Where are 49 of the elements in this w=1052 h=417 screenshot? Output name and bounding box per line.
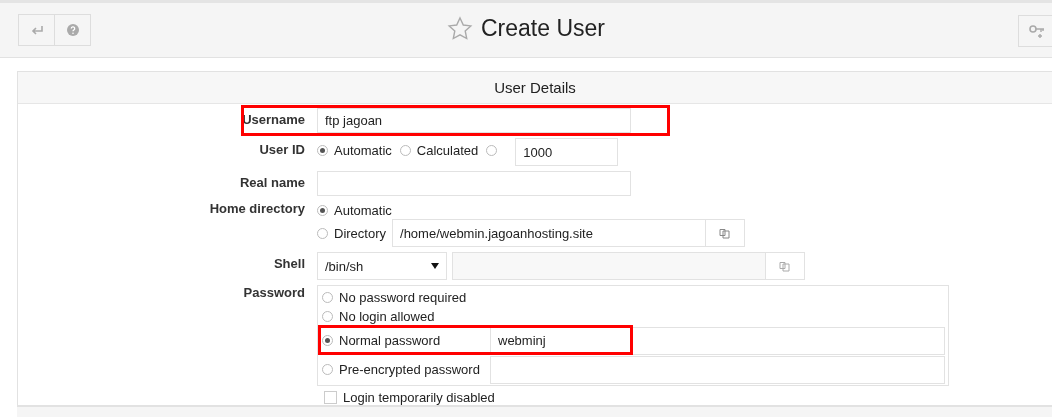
field-value: webminj	[498, 333, 546, 348]
field-label: User ID	[259, 142, 305, 157]
field-value: ftp jagoan	[325, 113, 383, 128]
radio-button[interactable]	[317, 227, 328, 239]
star-icon[interactable]	[447, 15, 473, 42]
dropdown-caret-icon	[431, 263, 439, 269]
text-field[interactable]	[452, 252, 766, 280]
radio-button[interactable]	[486, 145, 498, 156]
text-field[interactable]: /home/webmin.jagoanhosting.site	[392, 219, 706, 247]
radio-button[interactable]	[317, 145, 328, 156]
help-icon	[66, 24, 79, 36]
field-label: Shell	[273, 256, 305, 271]
text-field[interactable]: ftp jagoan	[317, 108, 631, 133]
field-value: /home/webmin.jagoanhosting.site	[400, 225, 593, 241]
radio-button[interactable]	[322, 292, 333, 303]
field-label: Password	[243, 285, 305, 300]
checkbox-option[interactable]: Login temporarily disabled	[324, 386, 941, 408]
key-button[interactable]	[1018, 15, 1052, 47]
field-value: 1000	[523, 144, 553, 160]
field-label: Real name	[239, 175, 305, 190]
radio-option[interactable]: Automatic	[317, 197, 392, 223]
page-title: Create User	[481, 15, 605, 42]
radio-button[interactable]	[317, 204, 328, 216]
return-arrow-icon	[29, 24, 44, 36]
radio-option[interactable]: Pre-encrypted password	[322, 357, 490, 382]
radio-option[interactable]: Normal password	[322, 328, 490, 353]
password-field[interactable]: webminj	[490, 326, 945, 355]
key-icon	[1028, 24, 1045, 38]
field-label: Username	[242, 112, 305, 127]
radio-button[interactable]	[322, 364, 333, 375]
copy-icon	[719, 227, 731, 239]
checkbox[interactable]	[324, 390, 337, 404]
radio-button[interactable]	[322, 335, 333, 346]
file-chooser-button[interactable]	[766, 252, 805, 280]
field-label: Home directory	[209, 201, 305, 216]
password-field[interactable]	[490, 355, 945, 384]
radio-option[interactable]: Automatic	[317, 138, 392, 163]
text-field[interactable]: 1000	[515, 138, 619, 166]
help-button[interactable]	[54, 14, 91, 46]
shell-dropdown[interactable]: /bin/sh	[317, 252, 447, 280]
text-field[interactable]	[317, 171, 631, 196]
radio-button[interactable]	[322, 311, 333, 322]
radio-option[interactable]: Directory	[317, 220, 386, 246]
section-title: User Details	[494, 79, 576, 96]
back-button[interactable]	[18, 14, 55, 46]
radio-button[interactable]	[399, 145, 411, 156]
file-chooser-button[interactable]	[706, 219, 745, 247]
copy-icon	[779, 260, 791, 272]
radio-option[interactable]: Calculated	[399, 138, 479, 163]
